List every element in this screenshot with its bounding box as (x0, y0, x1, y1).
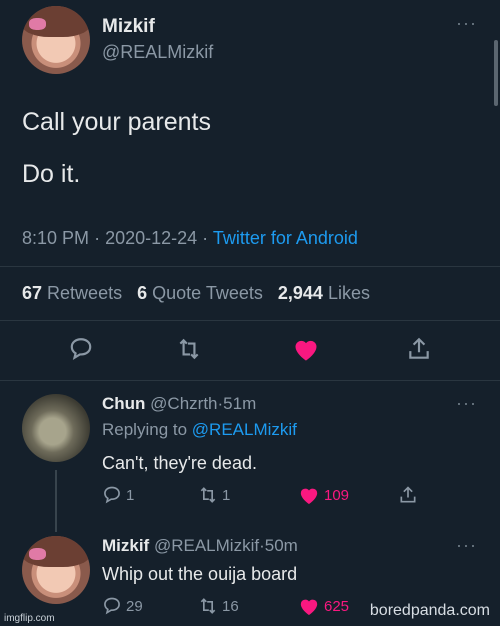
tweet-time[interactable]: 8:10 PM (22, 228, 89, 248)
reply-count: 29 (126, 597, 143, 615)
reply-icon (104, 597, 120, 615)
retweets-stat[interactable]: 67 Retweets (22, 283, 122, 303)
likes-stat[interactable]: 2,944 Likes (278, 283, 370, 303)
retweet-count: 16 (222, 597, 239, 615)
reply-count: 1 (126, 486, 135, 504)
reply-avatar[interactable] (22, 536, 90, 604)
author-avatar[interactable] (22, 6, 90, 74)
tweet-text-line-2: Do it. (22, 160, 81, 188)
reply-header: Chun @Chzrth·51m (102, 394, 257, 413)
retweet-button[interactable] (176, 336, 202, 362)
retweet-icon (200, 487, 216, 503)
reply-header: Mizkif @REALMizkif·50m (102, 536, 298, 555)
retweet-count: 1 (222, 486, 231, 504)
divider (0, 320, 500, 321)
retweet-icon (200, 598, 216, 614)
reply-icon (70, 338, 92, 360)
separator: · (202, 228, 209, 248)
reply-handle[interactable]: @Chzrth (150, 394, 217, 413)
retweet-button[interactable]: 16 (198, 596, 239, 616)
tweet-stats: 67 Retweets 6 Quote Tweets 2,944 Likes (22, 283, 370, 304)
tweet-meta: 8:10 PM · 2020-12-24 · Twitter for Andro… (22, 228, 358, 249)
reply-avatar[interactable] (22, 394, 90, 462)
share-button[interactable] (406, 336, 432, 362)
scrollbar[interactable] (494, 40, 498, 106)
thread-line (55, 470, 57, 532)
heart-icon (295, 340, 317, 361)
tweet-date[interactable]: 2020-12-24 (105, 228, 197, 248)
divider (0, 380, 500, 381)
author-handle[interactable]: @REALMizkif (102, 42, 213, 63)
more-icon[interactable]: ··· (456, 394, 477, 412)
reply-text: Whip out the ouija board (102, 564, 298, 584)
divider (0, 266, 500, 267)
heart-icon (300, 599, 318, 616)
reply-time[interactable]: 51m (223, 394, 256, 413)
reply-button[interactable]: 1 (102, 485, 134, 505)
imgflip-watermark: imgflip.com (4, 613, 55, 624)
more-icon[interactable]: ··· (456, 14, 477, 32)
retweet-icon (179, 338, 199, 360)
share-icon (400, 486, 416, 503)
tweet-source[interactable]: Twitter for Android (213, 228, 358, 248)
author-display-name[interactable]: Mizkif (102, 16, 155, 38)
tweet-text-line-1: Call your parents (22, 108, 211, 136)
like-count: 625 (324, 597, 350, 615)
share-button[interactable] (398, 485, 418, 505)
quote-tweets-stat[interactable]: 6 Quote Tweets (137, 283, 263, 303)
heart-icon (300, 488, 318, 505)
reply-text: Can't, they're dead. (102, 453, 257, 473)
reply-button[interactable]: 29 (102, 596, 143, 616)
like-count: 109 (324, 486, 350, 504)
replying-to-line: Replying to @REALMizkif (102, 420, 297, 439)
retweet-button[interactable]: 1 (198, 485, 230, 505)
separator: · (94, 228, 101, 248)
like-button[interactable]: 625 (298, 596, 349, 616)
reply-display-name[interactable]: Mizkif (102, 536, 149, 555)
tweet-detail-page: Mizkif @REALMizkif ··· Call your parents… (0, 0, 500, 626)
share-icon (409, 337, 429, 359)
like-button[interactable]: 109 (298, 485, 349, 505)
boredpanda-watermark: boredpanda.com (369, 602, 490, 619)
reply-handle[interactable]: @REALMizkif (154, 536, 259, 555)
more-icon[interactable]: ··· (456, 536, 477, 554)
reply-display-name[interactable]: Chun (102, 394, 145, 413)
replying-to-handle[interactable]: @REALMizkif (192, 420, 297, 439)
reply-icon (104, 486, 120, 504)
like-button[interactable] (292, 336, 320, 362)
reply-time[interactable]: 50m (265, 536, 298, 555)
reply-button[interactable] (68, 336, 94, 362)
